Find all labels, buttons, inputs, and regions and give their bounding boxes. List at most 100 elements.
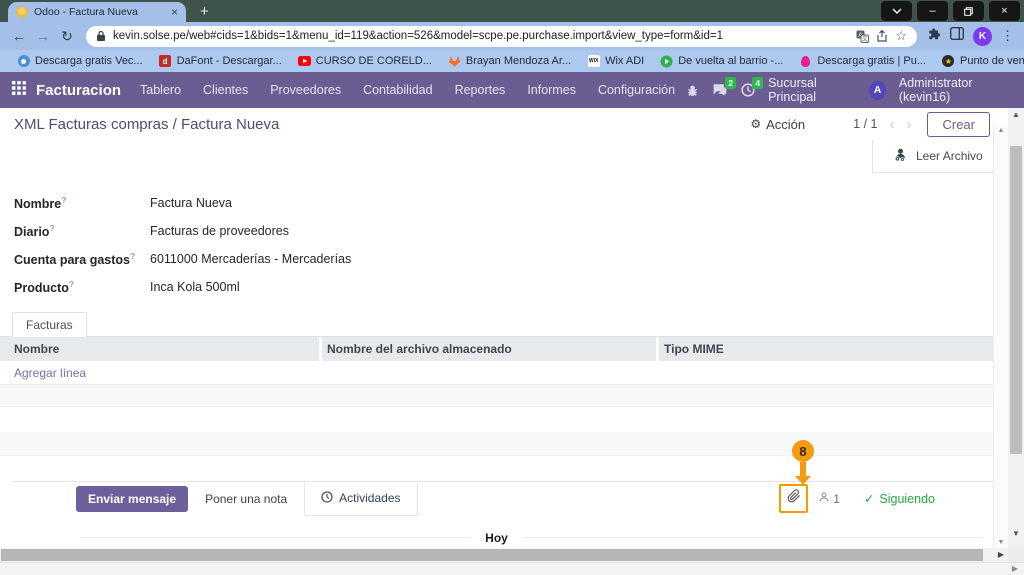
app-name[interactable]: Facturacion [36,82,121,99]
bookmark-item[interactable]: CURSO DE CORELD... [291,55,439,68]
reload-icon[interactable]: ↻ [58,29,76,43]
scroll-up-icon[interactable]: ▲ [994,127,1008,134]
bookmark-item[interactable]: WIX Wix ADI [580,55,651,68]
menu-contabilidad[interactable]: Contabilidad [352,83,444,97]
menu-tablero[interactable]: Tablero [129,83,192,97]
youtube-icon [297,55,311,68]
empty-row [0,407,993,432]
dafont-icon: d [159,55,172,68]
check-icon: ✓ [863,492,875,506]
svg-text:文: 文 [862,35,868,43]
odoo-favicon-icon [16,6,28,18]
pager-previous-icon[interactable]: ‹ [889,117,894,132]
forward-icon[interactable]: → [34,29,52,43]
address-bar[interactable]: kevin.solse.pe/web#cids=1&bids=1&menu_id… [86,25,917,47]
bookmark-item[interactable]: Brayan Mendoza Ar... [441,55,578,68]
clock-icon [321,490,333,506]
share-icon[interactable] [876,30,888,42]
field-nombre: Nombre? Factura Nueva [14,194,232,212]
paperclip-icon [787,489,801,508]
scroll-right-icon[interactable]: ▶ [1012,564,1018,573]
control-panel: XML Facturas compras / Factura Nueva ⚙ A… [0,108,1024,140]
user-name[interactable]: Administrator (kevin16) [899,76,1012,104]
bookmark-item[interactable]: Descarga gratis Vec... [10,55,150,68]
extensions-icon[interactable] [927,27,941,46]
field-producto-value[interactable]: Inca Kola 500ml [150,280,240,294]
profile-avatar[interactable]: K [973,26,992,46]
send-message-button[interactable]: Enviar mensaje [76,485,189,512]
field-cuenta-value[interactable]: 6011000 Mercaderías - Mercaderías [150,252,351,266]
window-menu-button[interactable] [881,1,912,21]
browser-menu-icon[interactable]: ⋮ [1001,28,1014,44]
window-vertical-scrollbar[interactable]: ▲ ▼ [1008,108,1024,562]
window-horizontal-scrollbar[interactable]: ▶ [0,562,1024,575]
breadcrumb[interactable]: XML Facturas compras / Factura Nueva [14,116,279,133]
notebook: Facturas Nombre Nombre del archivo almac… [0,311,1024,456]
activities-clock-icon[interactable]: 4 [741,77,764,97]
action-menu[interactable]: ⚙ Acción [750,117,805,132]
menu-informes[interactable]: Informes [516,83,587,97]
followers-button[interactable]: 1 [818,491,840,506]
browser-tab-strip: Odoo - Factura Nueva × + – × [0,0,1024,22]
translate-icon[interactable]: A文 [856,30,870,43]
url-text[interactable]: kevin.solse.pe/web#cids=1&bids=1&menu_id… [113,30,849,42]
log-note-button[interactable]: Poner una nota [188,492,304,506]
read-file-button[interactable]: Leer Archivo [872,140,993,173]
messages-badge: 2 [725,77,737,90]
scroll-down-icon[interactable]: ▼ [1008,529,1024,538]
activities-button[interactable]: Actividades [304,481,418,516]
messages-icon[interactable]: 2 [712,77,737,97]
field-diario-value[interactable]: Facturas de proveedores [150,224,289,238]
close-window-button[interactable]: × [989,1,1020,21]
create-button[interactable]: Crear [927,111,990,137]
menu-reportes[interactable]: Reportes [444,83,517,97]
bookmark-item[interactable]: Descarga gratis | Pu... [792,55,933,68]
gitlab-icon [448,55,461,68]
following-button[interactable]: ✓ Siguiendo [863,491,935,507]
restore-button[interactable] [953,1,984,21]
apps-grid-icon[interactable] [12,80,26,100]
pager-next-icon[interactable]: › [906,117,911,132]
column-nombre[interactable]: Nombre [0,337,322,361]
scroll-up-icon[interactable]: ▲ [1008,110,1024,119]
add-line-link[interactable]: Agregar línea [0,361,993,385]
annotation-arrow-head [795,476,811,485]
back-icon[interactable]: ← [10,29,28,43]
column-mime[interactable]: Tipo MIME [659,337,993,361]
content-horizontal-scrollbar[interactable]: ▶ [0,548,1008,562]
field-nombre-value[interactable]: Factura Nueva [150,196,232,210]
browser-tab[interactable]: Odoo - Factura Nueva × [8,2,186,22]
browser-toolbar: ← → ↻ kevin.solse.pe/web#cids=1&bids=1&m… [0,22,1024,50]
date-separator: Hoy [0,529,993,545]
scroll-right-icon[interactable]: ▶ [998,550,1004,559]
user-avatar[interactable]: A [869,80,886,100]
minimize-button[interactable]: – [917,1,948,21]
lock-icon [96,30,106,42]
star-badge-icon: ★ [942,55,955,68]
attachments-button-highlighted[interactable] [779,484,809,513]
bookmark-item[interactable]: ★ Punto de venta Ven... [935,55,1024,68]
new-tab-button[interactable]: + [200,4,209,19]
annotation-step-badge: 8 [792,440,814,462]
debug-bug-icon[interactable] [686,84,699,97]
menu-clientes[interactable]: Clientes [192,83,259,97]
menu-configuracion[interactable]: Configuración [587,83,686,97]
column-archivo[interactable]: Nombre del archivo almacenado [322,337,659,361]
form-fields: Nombre? Factura Nueva Diario? Facturas d… [0,173,1024,301]
scrollbar-thumb[interactable] [1,549,983,561]
tab-close-icon[interactable]: × [171,6,178,18]
menu-proveedores[interactable]: Proveedores [259,83,352,97]
person-icon [818,491,830,506]
scrollbar-thumb[interactable] [1010,146,1022,454]
bookmark-star-icon[interactable]: ☆ [895,28,907,44]
toolbar-right: K ⋮ [927,26,1014,46]
company-name[interactable]: Sucursal Principal [768,76,856,104]
window-controls: – × [881,1,1020,21]
side-panel-icon[interactable] [949,26,965,45]
activities-badge: 4 [752,77,764,90]
bookmark-item[interactable]: De vuelta al barrio -... [653,55,790,68]
content-vertical-scrollbar[interactable]: ▲ ▼ [993,125,1008,548]
scroll-down-icon[interactable]: ▼ [994,539,1008,546]
bookmark-item[interactable]: d DaFont - Descargar... [152,55,289,68]
tab-facturas[interactable]: Facturas [12,312,87,337]
